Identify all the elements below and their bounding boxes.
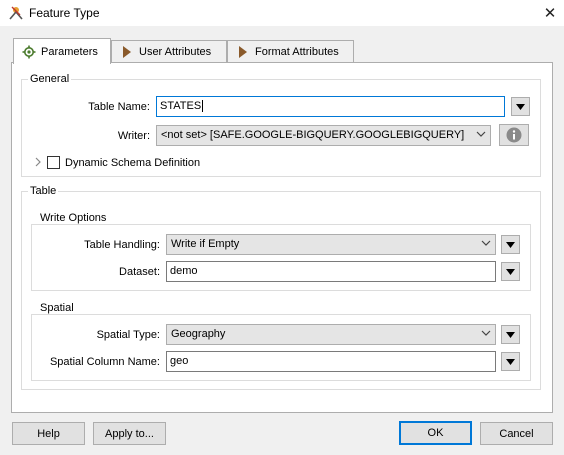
chevron-down-icon [481, 330, 491, 336]
table-handling-label: Table Handling: [84, 239, 160, 251]
fme-workbench-icon [9, 6, 23, 20]
triangle-down-icon [506, 358, 515, 365]
info-icon [506, 127, 522, 143]
tab-label: User Attributes [139, 46, 212, 58]
table-handling-select[interactable]: Write if Empty [166, 234, 496, 255]
gear-icon [22, 45, 36, 58]
writer-label: Writer: [117, 130, 150, 142]
write-options-title: Write Options [38, 212, 109, 224]
close-button[interactable]: ✕ [536, 0, 564, 26]
triangle-down-icon [516, 103, 525, 110]
spatial-column-menu-button[interactable] [501, 352, 520, 371]
expand-chevron-icon[interactable] [34, 157, 42, 167]
table-group-title: Table [28, 185, 59, 197]
dataset-label: Dataset: [119, 266, 160, 278]
dataset-input[interactable]: demo [166, 261, 496, 282]
chevron-down-icon [481, 240, 491, 246]
chevron-down-icon [476, 131, 486, 137]
dynamic-schema-checkbox[interactable] [47, 156, 60, 169]
cancel-button[interactable]: Cancel [480, 422, 553, 445]
tab-user-attributes[interactable]: User Attributes [111, 40, 227, 63]
tab-format-attributes[interactable]: Format Attributes [227, 40, 354, 63]
spatial-type-menu-button[interactable] [501, 325, 520, 344]
table-name-menu-button[interactable] [511, 97, 530, 116]
close-icon: ✕ [543, 5, 557, 22]
general-group-title: General [28, 73, 72, 85]
apply-to-button[interactable]: Apply to... [93, 422, 166, 445]
arrow-right-icon [123, 46, 131, 58]
help-button[interactable]: Help [12, 422, 85, 445]
triangle-down-icon [506, 268, 515, 275]
spatial-column-input[interactable]: geo [166, 351, 496, 372]
tab-parameters[interactable]: Parameters [13, 38, 111, 64]
table-name-label: Table Name: [88, 101, 150, 113]
dynamic-schema-label: Dynamic Schema Definition [65, 157, 201, 169]
spatial-group-title: Spatial [38, 302, 76, 314]
writer-info-button[interactable] [499, 124, 529, 146]
window-title: Feature Type [29, 6, 100, 20]
dataset-menu-button[interactable] [501, 262, 520, 281]
spatial-column-label: Spatial Column Name: [49, 356, 160, 368]
tab-label: Format Attributes [255, 46, 339, 58]
tab-label: Parameters [41, 45, 98, 58]
spatial-type-select[interactable]: Geography [166, 324, 496, 345]
triangle-down-icon [506, 331, 515, 338]
triangle-down-icon [506, 241, 515, 248]
arrow-right-icon [239, 46, 247, 58]
writer-select[interactable]: <not set> [SAFE.GOOGLE-BIGQUERY.GOOGLEBI… [156, 125, 491, 146]
table-handling-menu-button[interactable] [501, 235, 520, 254]
spatial-type-label: Spatial Type: [96, 329, 160, 341]
table-name-input[interactable]: STATES [156, 96, 505, 117]
ok-button[interactable]: OK [399, 421, 472, 445]
